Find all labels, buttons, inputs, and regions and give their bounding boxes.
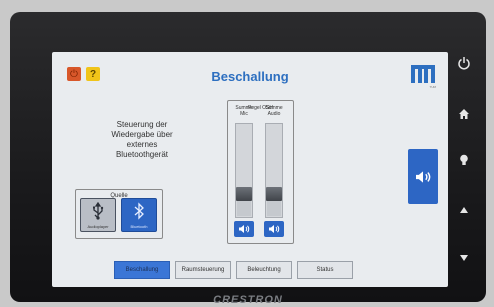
bulb-icon	[460, 154, 468, 165]
source-group: Quelle Audioplayer Bluetooth	[75, 189, 163, 239]
tum-logo	[410, 64, 436, 84]
bottom-tab-bar: Beschallung Raumsteuerung Beleuchtung St…	[114, 261, 353, 279]
touch-panel-bezel: ⏻ ? Beschallung TUM Steuerung der Wieder…	[10, 12, 486, 306]
channel-label-audio: Summe Audio	[265, 105, 283, 117]
page-title: Beschallung	[211, 69, 289, 84]
power-icon	[458, 57, 470, 70]
hw-light-button[interactable]	[454, 150, 474, 170]
up-arrow-icon	[460, 207, 468, 213]
home-icon	[459, 109, 469, 119]
bluetooth-icon	[122, 202, 156, 225]
fader-mic-knob[interactable]	[236, 187, 252, 201]
description-text: Steuerung der Wiedergabe über externes B…	[111, 120, 173, 159]
source-bluetooth-button[interactable]: Bluetooth	[121, 198, 157, 232]
fader-audio[interactable]	[265, 123, 283, 218]
usb-icon	[81, 201, 115, 225]
down-arrow-icon	[460, 255, 468, 261]
fader-mic[interactable]	[235, 123, 253, 218]
source-bluetooth-label: Bluetooth	[130, 224, 148, 229]
hw-power-button[interactable]	[454, 53, 474, 73]
tab-status[interactable]: Status	[297, 261, 353, 279]
source-audioplayer-button[interactable]: Audioplayer	[80, 198, 116, 232]
source-audioplayer-label: Audioplayer	[87, 224, 109, 229]
fader-audio-knob[interactable]	[266, 187, 282, 201]
channel-label-mic: Summe Mic	[235, 105, 253, 117]
mute-audio-button[interactable]	[264, 221, 284, 237]
tab-beschallung[interactable]: Beschallung	[114, 261, 170, 279]
crestron-brand: CRESTRON	[213, 294, 283, 306]
hw-down-button[interactable]	[454, 248, 474, 268]
mute-mic-button[interactable]	[234, 221, 254, 237]
volume-button[interactable]	[408, 149, 438, 204]
speaker-icon	[269, 225, 280, 233]
touch-screen: ⏻ ? Beschallung TUM Steuerung der Wieder…	[52, 52, 448, 287]
hw-up-button[interactable]	[454, 200, 474, 220]
tab-raumsteuerung[interactable]: Raumsteuerung	[175, 261, 231, 279]
hw-home-button[interactable]	[454, 104, 474, 124]
level-group: Pegel OSH Summe Mic Summe Audio	[227, 100, 294, 244]
logo-caption: TUM	[429, 85, 437, 89]
speaker-icon	[239, 225, 250, 233]
tab-beleuchtung[interactable]: Beleuchtung	[236, 261, 292, 279]
speaker-icon	[416, 170, 431, 183]
